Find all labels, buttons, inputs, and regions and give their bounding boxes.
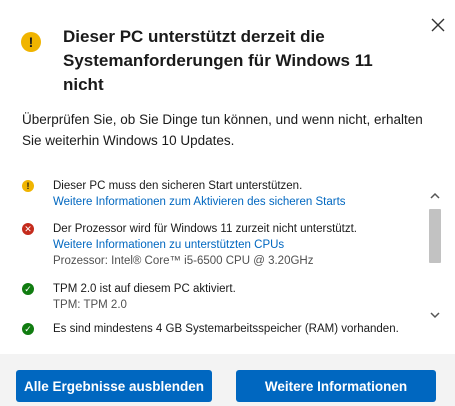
hide-results-button[interactable]: Alle Ergebnisse ausblenden xyxy=(16,370,212,402)
result-text: Der Prozessor wird für Windows 11 zurzei… xyxy=(53,223,358,235)
results-scrollbar[interactable] xyxy=(427,175,443,329)
check-icon: ✓ xyxy=(22,283,34,295)
more-info-button[interactable]: Weitere Informationen xyxy=(236,370,436,402)
result-text: Es sind mindestens 4 GB Systemarbeitsspe… xyxy=(53,323,399,335)
result-text: Dieser PC muss den sicheren Start unters… xyxy=(53,180,303,192)
close-icon xyxy=(431,18,445,32)
compatibility-dialog: ! Dieser PC unterstützt derzeit die Syst… xyxy=(0,0,455,406)
scroll-thumb[interactable] xyxy=(429,209,441,263)
chevron-down-icon xyxy=(430,311,440,318)
dialog-title: Dieser PC unterstützt derzeit die System… xyxy=(63,27,373,94)
close-button[interactable] xyxy=(427,14,449,36)
dialog-footer: Alle Ergebnisse ausblenden Weitere Infor… xyxy=(0,354,455,406)
result-detail: TPM: TPM 2.0 xyxy=(53,299,127,311)
warning-icon: ! xyxy=(22,180,34,192)
chevron-up-icon xyxy=(430,192,440,199)
secure-boot-link[interactable]: Weitere Informationen zum Aktivieren des… xyxy=(53,194,433,210)
intro-text: Überprüfen Sie, ob Sie Dinge tun können,… xyxy=(22,112,423,148)
results-list: ! Dieser PC muss den sicheren Start unte… xyxy=(0,170,445,342)
supported-cpus-link[interactable]: Weitere Informationen zu unterstützten C… xyxy=(53,237,433,253)
error-icon: ✕ xyxy=(22,223,34,235)
result-text: TPM 2.0 ist auf diesem PC aktiviert. xyxy=(53,283,236,295)
check-icon: ✓ xyxy=(22,323,34,335)
scroll-up-button[interactable] xyxy=(427,188,443,202)
result-detail: Prozessor: Intel® Core™ i5-6500 CPU @ 3.… xyxy=(53,255,314,267)
warning-icon: ! xyxy=(21,32,41,52)
scroll-down-button[interactable] xyxy=(427,308,443,322)
